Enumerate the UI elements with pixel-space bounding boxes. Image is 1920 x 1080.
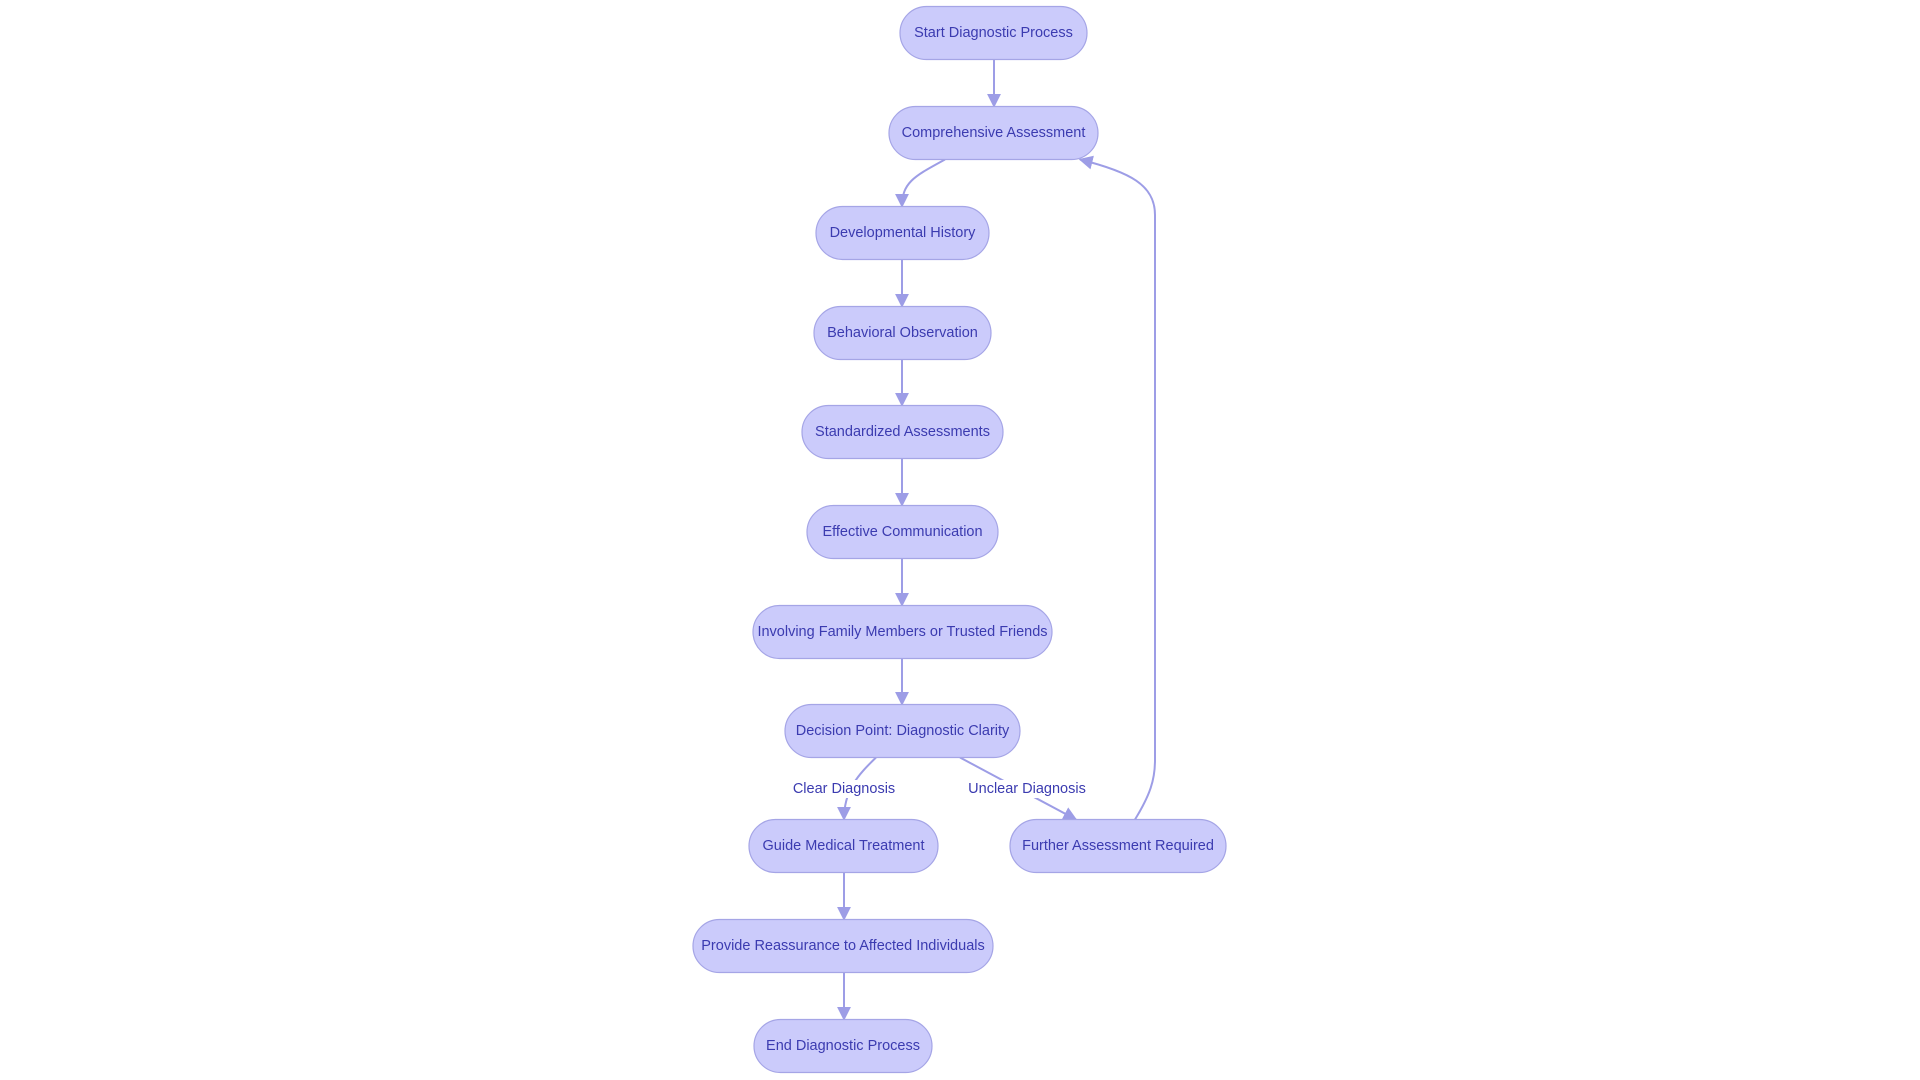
node-decision: Decision Point: Diagnostic Clarity — [784, 703, 1021, 759]
node-label: Comprehensive Assessment — [902, 125, 1086, 141]
edge-label: Unclear Diagnosis — [968, 781, 1086, 797]
edge-further-comprehensive — [1078, 155, 1156, 821]
node-family: Involving Family Members or Trusted Frie… — [752, 604, 1053, 660]
node-further: Further Assessment Required — [1009, 818, 1227, 874]
node-end: End Diagnostic Process — [753, 1018, 933, 1074]
node-communication: Effective Communication — [806, 504, 999, 560]
node-label: Further Assessment Required — [1022, 838, 1214, 854]
node-start: Start Diagnostic Process — [899, 5, 1088, 61]
node-label: Effective Communication — [822, 524, 982, 540]
node-guide: Guide Medical Treatment — [748, 818, 939, 874]
nodes: Start Diagnostic Process Comprehensive As… — [692, 5, 1227, 1074]
node-label: Involving Family Members or Trusted Frie… — [757, 624, 1047, 640]
node-label: Standardized Assessments — [815, 424, 990, 440]
node-label: Developmental History — [830, 225, 977, 241]
node-comprehensive: Comprehensive Assessment — [888, 105, 1099, 161]
node-label: Start Diagnostic Process — [914, 25, 1073, 41]
edge-comprehensive-developmental — [895, 158, 946, 208]
edge-labels: Clear Diagnosis Unclear Diagnosis — [787, 780, 1092, 798]
node-label: Behavioral Observation — [827, 325, 978, 341]
node-developmental: Developmental History — [815, 205, 990, 261]
node-reassurance: Provide Reassurance to Affected Individu… — [692, 918, 994, 974]
node-standardized: Standardized Assessments — [801, 404, 1004, 460]
node-label: End Diagnostic Process — [766, 1038, 920, 1054]
edge-label: Clear Diagnosis — [793, 781, 895, 797]
node-behavioral: Behavioral Observation — [813, 305, 992, 361]
node-label: Guide Medical Treatment — [763, 838, 925, 854]
flowchart: Clear Diagnosis Unclear Diagnosis Start D… — [692, 5, 1227, 1074]
node-label: Provide Reassurance to Affected Individu… — [701, 938, 984, 954]
node-label: Decision Point: Diagnostic Clarity — [796, 723, 1010, 739]
